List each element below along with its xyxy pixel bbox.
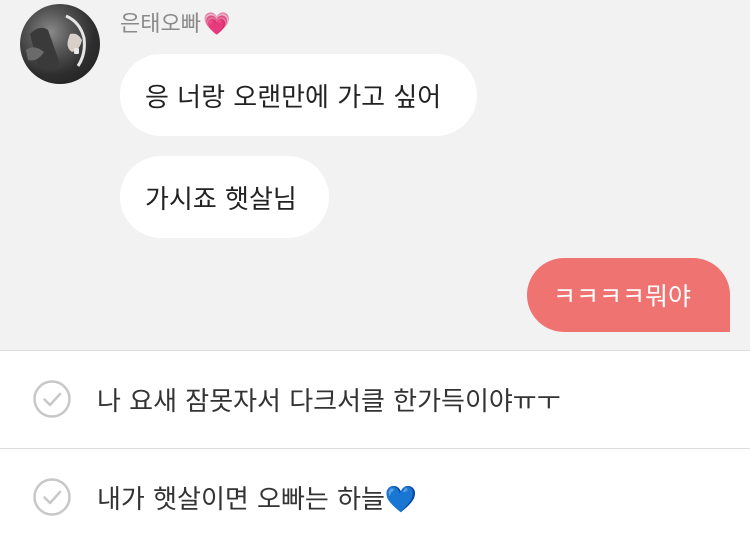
sender-name: 은태오빠💗 xyxy=(120,10,230,40)
outgoing-message-bubble: ㅋㅋㅋㅋ뭐야 xyxy=(527,258,730,332)
chat-area: 은태오빠💗 응 너랑 오랜만에 가고 싶어 가시죠 햇살님 ㅋㅋㅋㅋ뭐야 xyxy=(0,0,750,350)
check-circle-icon xyxy=(33,380,71,418)
incoming-message-bubble: 가시죠 햇살님 xyxy=(120,156,329,238)
reply-option[interactable]: 나 요새 잠못자서 다크서클 한가득이야ㅠㅜ xyxy=(0,351,750,447)
sender-name-text: 은태오빠 xyxy=(120,12,201,37)
reply-option-text: 나 요새 잠못자서 다크서클 한가득이야ㅠㅜ xyxy=(97,386,561,417)
message-text: 가시죠 햇살님 xyxy=(145,184,297,215)
sender-avatar[interactable] xyxy=(20,4,100,84)
message-text: 응 너랑 오랜만에 가고 싶어 xyxy=(145,82,442,113)
reply-option[interactable]: 내가 햇살이면 오빠는 하늘💙 xyxy=(0,449,750,545)
incoming-message-bubble: 응 너랑 오랜만에 가고 싶어 xyxy=(120,54,477,136)
reply-option-text: 내가 햇살이면 오빠는 하늘💙 xyxy=(97,484,418,515)
message-text: ㅋㅋㅋㅋ뭐야 xyxy=(553,282,692,311)
check-circle-icon xyxy=(33,478,71,516)
avatar-photo xyxy=(26,14,86,70)
pink-heart-icon: 💗 xyxy=(202,12,231,37)
